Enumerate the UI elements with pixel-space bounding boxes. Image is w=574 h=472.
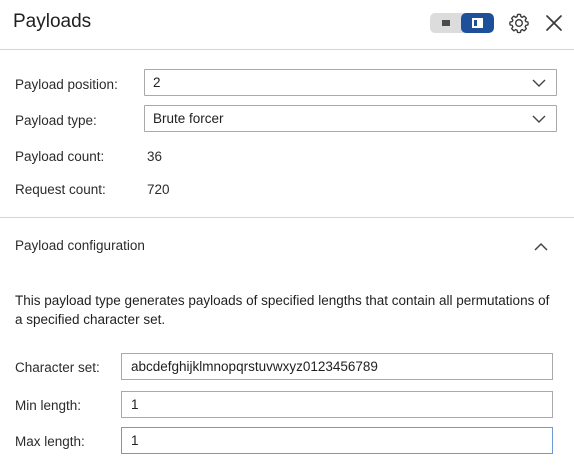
payload-type-value: Brute forcer	[153, 111, 224, 126]
close-icon[interactable]	[544, 12, 564, 34]
payload-count-label: Payload count:	[15, 149, 105, 164]
panel-header: Payloads	[0, 0, 574, 50]
min-length-label: Min length:	[15, 398, 82, 413]
request-count-value: 720	[147, 182, 170, 197]
payload-configuration-header[interactable]: Payload configuration	[0, 219, 574, 273]
request-count-label: Request count:	[15, 182, 106, 197]
payload-type-select[interactable]: Brute forcer	[144, 105, 557, 132]
max-length-label: Max length:	[15, 434, 85, 449]
max-length-value: 1	[131, 433, 139, 448]
payload-count-value: 36	[147, 149, 163, 164]
character-set-value: abcdefghijklmnopqrstuvwxyz0123456789	[131, 359, 378, 374]
panel-title: Payloads	[13, 11, 92, 32]
side-panel-layout-icon	[472, 18, 483, 28]
payload-position-value: 2	[153, 75, 161, 90]
layout-toggle-right[interactable]	[461, 13, 494, 33]
layout-toggle-left[interactable]	[430, 13, 461, 33]
chevron-down-icon	[532, 79, 546, 87]
character-set-label: Character set:	[15, 360, 100, 375]
payload-position-select[interactable]: 2	[144, 69, 557, 96]
character-set-input[interactable]: abcdefghijklmnopqrstuvwxyz0123456789	[121, 353, 553, 380]
compact-layout-icon	[442, 20, 450, 26]
payload-type-description: This payload type generates payloads of …	[15, 293, 550, 327]
payload-position-label: Payload position:	[15, 77, 118, 92]
layout-toggle[interactable]	[430, 13, 494, 33]
min-length-value: 1	[131, 397, 139, 412]
gear-icon[interactable]	[508, 12, 530, 34]
payload-settings-section: Payload position: 2 Payload type: Brute …	[0, 51, 574, 218]
payload-configuration-title: Payload configuration	[15, 238, 145, 253]
chevron-down-icon	[532, 115, 546, 123]
max-length-input[interactable]: 1	[121, 427, 553, 454]
min-length-input[interactable]: 1	[121, 391, 553, 418]
chevron-up-icon[interactable]	[533, 241, 549, 253]
payload-type-label: Payload type:	[15, 113, 97, 128]
